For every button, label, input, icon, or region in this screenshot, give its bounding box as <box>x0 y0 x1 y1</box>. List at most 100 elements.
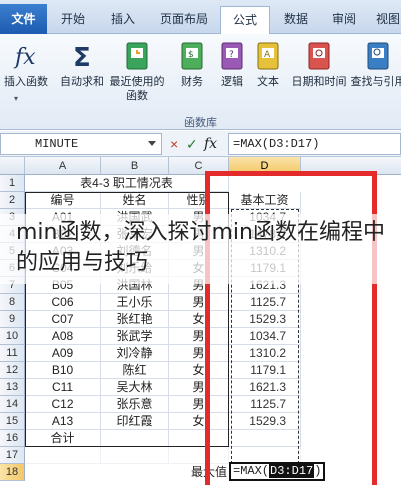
cell-salary[interactable]: 1034.7 <box>229 328 301 345</box>
active-cell-formula-range: D3:D17 <box>269 464 315 478</box>
row-header-8[interactable]: 8 <box>0 294 25 311</box>
lookup-button[interactable]: 查找与引用 <box>350 40 401 118</box>
header-cell-c[interactable]: 性别 <box>169 192 229 209</box>
cell-gender[interactable]: 男 <box>169 396 229 413</box>
function-library-group-label: 函数库 <box>184 117 217 129</box>
cell-name[interactable]: 张红艳 <box>101 311 169 328</box>
empty-cell[interactable] <box>25 447 101 464</box>
insert-function-button[interactable]: fx 插入函数 <box>0 40 52 118</box>
text-book-icon: A <box>257 42 279 70</box>
empty-cell[interactable] <box>101 447 169 464</box>
cell-salary[interactable]: 1529.3 <box>229 413 301 430</box>
cell-name[interactable]: 张乐意 <box>101 396 169 413</box>
svg-text:?: ? <box>229 50 234 60</box>
tab-insert[interactable]: 插入 <box>100 6 146 32</box>
cell-gender[interactable]: 男 <box>169 379 229 396</box>
tab-review[interactable]: 审阅 <box>322 6 366 32</box>
header-cell-d[interactable]: 基本工资 <box>229 192 301 209</box>
column-header-e[interactable] <box>301 157 401 175</box>
ribbon-formulas: fx 插入函数 Σ 自动求和 最近使用的函数 $ 财务 ? 逻辑 A 文本 日期… <box>0 34 401 130</box>
cell-gender[interactable]: 女 <box>169 413 229 430</box>
row-header-18[interactable]: 18 <box>0 464 25 481</box>
worksheet-grid[interactable]: A B C D 123456789101112131415161718表4-3 … <box>0 157 401 485</box>
max-label-cell[interactable]: 最大值 <box>169 464 229 481</box>
column-header-d[interactable]: D <box>229 157 301 175</box>
cell-id[interactable]: B10 <box>25 362 101 379</box>
row-header-14[interactable]: 14 <box>0 396 25 413</box>
cell-name[interactable]: 吴大林 <box>101 379 169 396</box>
tab-home[interactable]: 开始 <box>50 6 96 32</box>
column-header-a[interactable]: A <box>25 157 101 175</box>
recent-functions-label: 最近使用的函数 <box>109 76 165 102</box>
lookup-label: 查找与引用 <box>350 76 401 88</box>
cell-gender[interactable]: 男 <box>169 294 229 311</box>
column-header-c[interactable]: C <box>169 157 229 175</box>
cell-salary[interactable]: 1179.1 <box>229 362 301 379</box>
row-header-15[interactable]: 15 <box>0 413 25 430</box>
cell-name[interactable]: 张武学 <box>101 328 169 345</box>
cell-gender[interactable]: 男 <box>169 345 229 362</box>
row-header-16[interactable]: 16 <box>0 430 25 447</box>
cell-id[interactable]: C06 <box>25 294 101 311</box>
active-cell-d18[interactable]: =MAX(D3:D17) <box>229 462 325 481</box>
empty-cell[interactable] <box>169 430 229 447</box>
formula-input[interactable]: =MAX(D3:D17) <box>228 133 401 155</box>
tab-page-layout[interactable]: 页面布局 <box>150 6 218 32</box>
row-header-11[interactable]: 11 <box>0 345 25 362</box>
autosum-button[interactable]: Σ 自动求和 <box>56 40 108 118</box>
row-header-2[interactable]: 2 <box>0 192 25 209</box>
cell-salary[interactable]: 1125.7 <box>229 294 301 311</box>
cell-id[interactable]: A13 <box>25 413 101 430</box>
header-cell-a[interactable]: 编号 <box>25 192 101 209</box>
cell-id[interactable]: A09 <box>25 345 101 362</box>
insert-function-label: 插入函数 <box>4 76 48 88</box>
recent-functions-icon <box>126 42 148 70</box>
row-header-17[interactable]: 17 <box>0 447 25 464</box>
tab-formulas[interactable]: 公式 <box>220 6 270 34</box>
row-header-10[interactable]: 10 <box>0 328 25 345</box>
cell-id[interactable]: C07 <box>25 311 101 328</box>
cell-gender[interactable]: 女 <box>169 362 229 379</box>
empty-cell[interactable] <box>169 447 229 464</box>
sheet-title-cell[interactable]: 表4-3 职工情况表 <box>25 175 229 192</box>
cell-name[interactable]: 刘冷静 <box>101 345 169 362</box>
dropdown-arrow-icon: ▾ <box>14 94 19 103</box>
active-cell-formula-prefix: =MAX( <box>233 464 270 478</box>
select-all-corner[interactable] <box>0 157 25 175</box>
cell-gender[interactable]: 女 <box>169 311 229 328</box>
ribbon-tab-bar: 文件 开始 插入 页面布局 公式 数据 审阅 视图 <box>0 0 401 34</box>
datetime-label: 日期和时间 <box>291 76 347 88</box>
cell-salary[interactable]: 1529.3 <box>229 311 301 328</box>
cell-name[interactable]: 王小乐 <box>101 294 169 311</box>
enter-icon[interactable]: ✓ <box>186 136 198 152</box>
cell-name[interactable]: 印红霞 <box>101 413 169 430</box>
datetime-button[interactable]: 日期和时间 <box>284 40 354 118</box>
active-cell-formula-suffix: ) <box>314 464 322 478</box>
cancel-icon[interactable]: × <box>170 136 178 152</box>
total-label-cell[interactable]: 合计 <box>25 430 101 447</box>
name-box-dropdown-icon[interactable] <box>148 141 156 146</box>
svg-text:A: A <box>264 50 271 60</box>
row-header-1[interactable]: 1 <box>0 175 25 192</box>
recent-functions-button[interactable]: 最近使用的函数 <box>106 40 168 118</box>
empty-cell[interactable] <box>229 430 301 447</box>
cell-salary[interactable]: 1310.2 <box>229 345 301 362</box>
cell-gender[interactable]: 男 <box>169 328 229 345</box>
cell-salary[interactable]: 1621.3 <box>229 379 301 396</box>
insert-function-fx-icon[interactable]: fx <box>204 136 217 152</box>
tab-view[interactable]: 视图 <box>368 6 401 32</box>
cell-id[interactable]: C12 <box>25 396 101 413</box>
row-header-12[interactable]: 12 <box>0 362 25 379</box>
name-box[interactable]: MINUTE <box>0 133 162 155</box>
cell-name[interactable]: 陈红 <box>101 362 169 379</box>
empty-cell[interactable] <box>101 430 169 447</box>
tab-file[interactable]: 文件 <box>0 4 47 34</box>
row-header-13[interactable]: 13 <box>0 379 25 396</box>
column-header-b[interactable]: B <box>101 157 169 175</box>
cell-id[interactable]: A08 <box>25 328 101 345</box>
cell-id[interactable]: C11 <box>25 379 101 396</box>
header-cell-b[interactable]: 姓名 <box>101 192 169 209</box>
cell-salary[interactable]: 1125.7 <box>229 396 301 413</box>
row-header-9[interactable]: 9 <box>0 311 25 328</box>
tab-data[interactable]: 数据 <box>274 6 318 32</box>
